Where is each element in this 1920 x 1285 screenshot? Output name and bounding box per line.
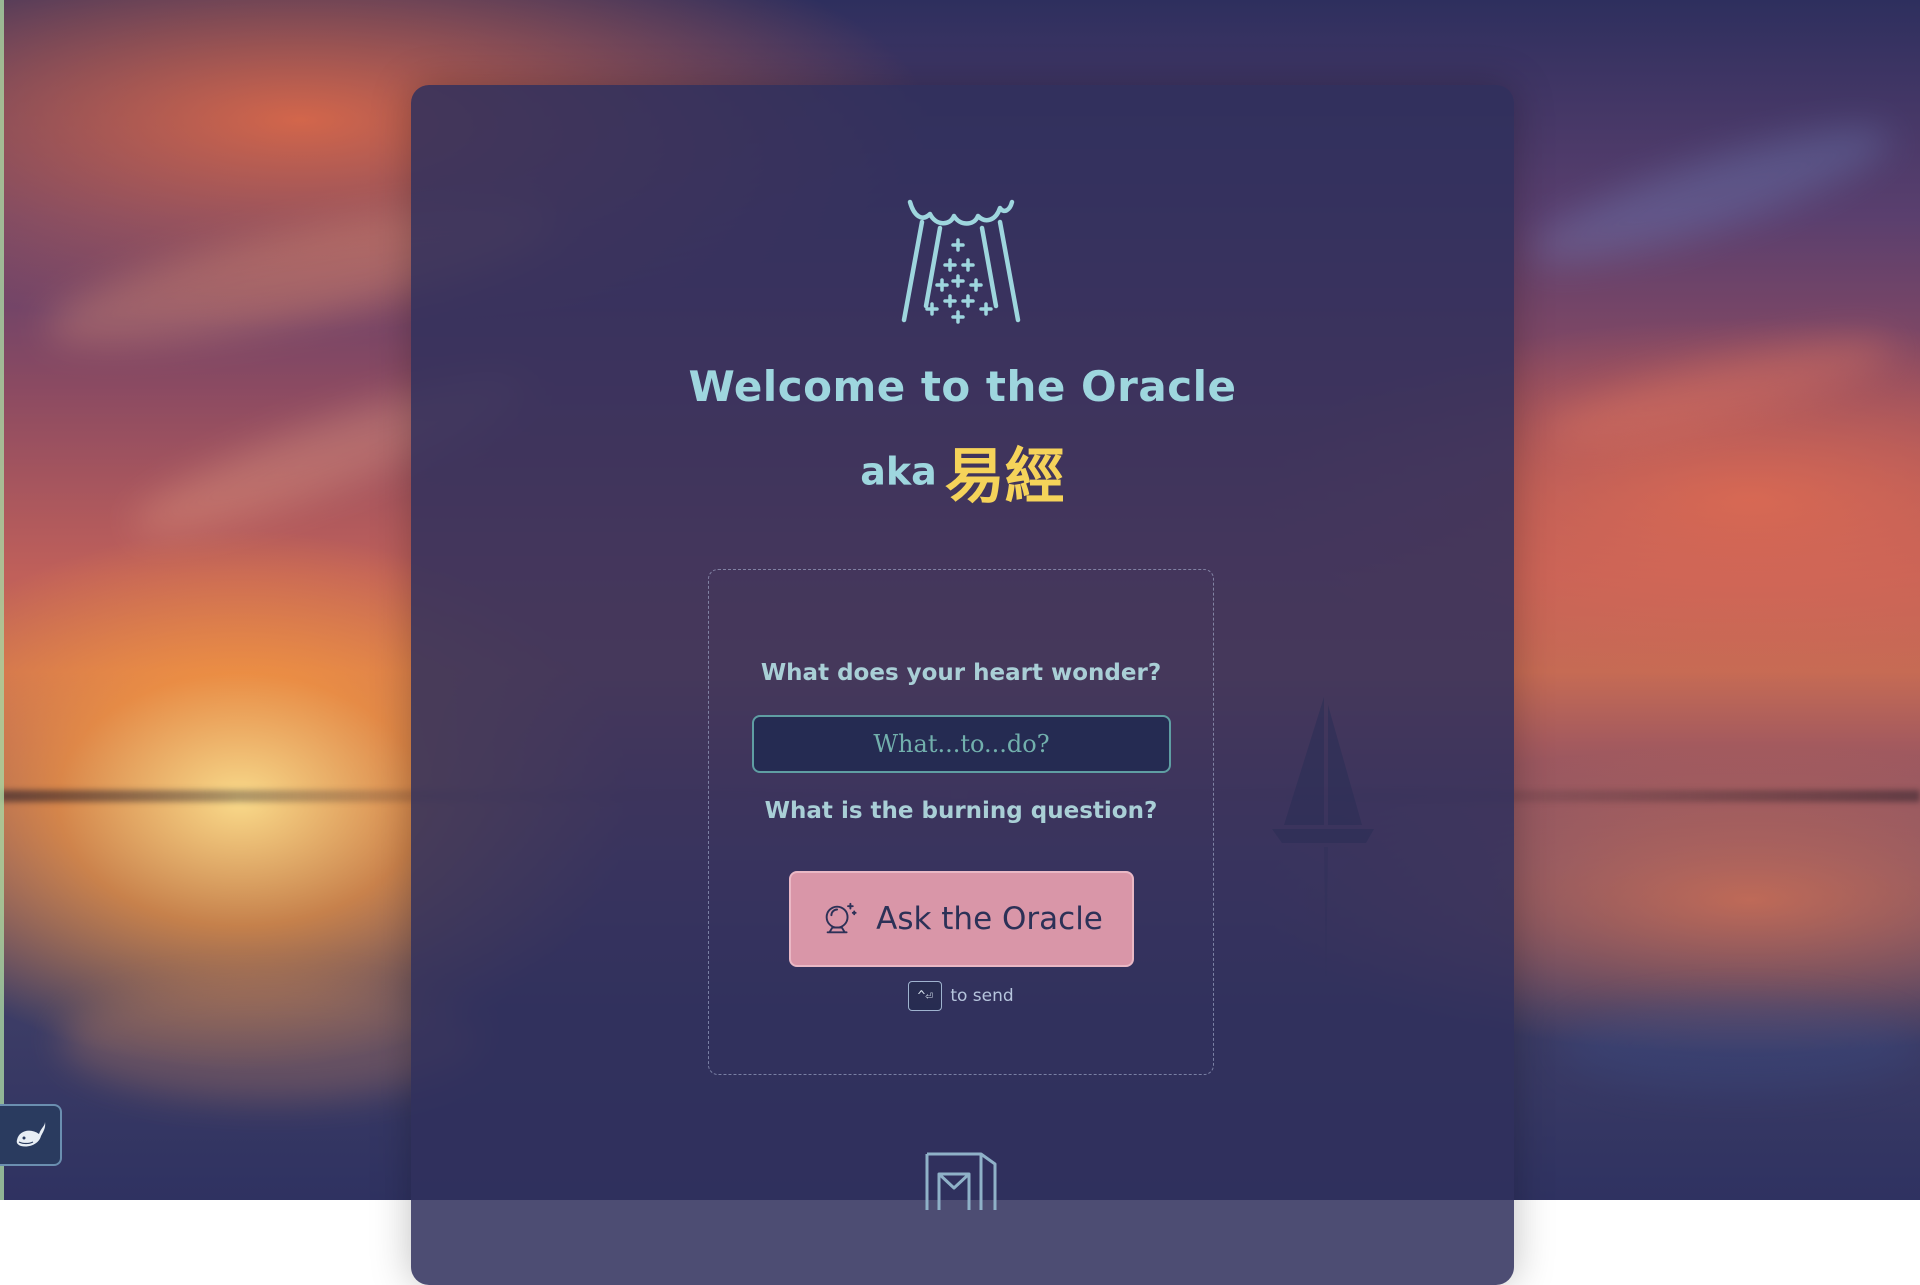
shortcut-key: ^⏎: [908, 981, 943, 1011]
send-shortcut-hint: ^⏎ to send: [708, 981, 1214, 1011]
prompt-label: What does your heart wonder?: [760, 660, 1162, 686]
crystal-ball-icon: [825, 902, 857, 934]
ask-oracle-label: Ask the Oracle: [876, 901, 1103, 937]
subtitle-hanzi: 易經: [944, 442, 1065, 512]
sailboat-silhouette: [1272, 697, 1374, 977]
whale-icon: [16, 1122, 46, 1147]
oracle-temple-icon: [901, 199, 1021, 324]
whale-button[interactable]: [0, 1104, 62, 1166]
question-label: What is the burning question?: [764, 798, 1158, 824]
page-subtitle: aka 易經: [600, 428, 1325, 515]
shortcut-hint-text: to send: [950, 986, 1014, 1006]
page-title: Welcome to the Oracle: [688, 362, 1237, 411]
ask-oracle-button[interactable]: Ask the Oracle: [789, 871, 1134, 967]
subtitle-prefix: aka: [860, 449, 937, 494]
book-logo-icon: [925, 1152, 997, 1210]
window-edge: [0, 0, 4, 1200]
question-input[interactable]: [752, 715, 1171, 773]
